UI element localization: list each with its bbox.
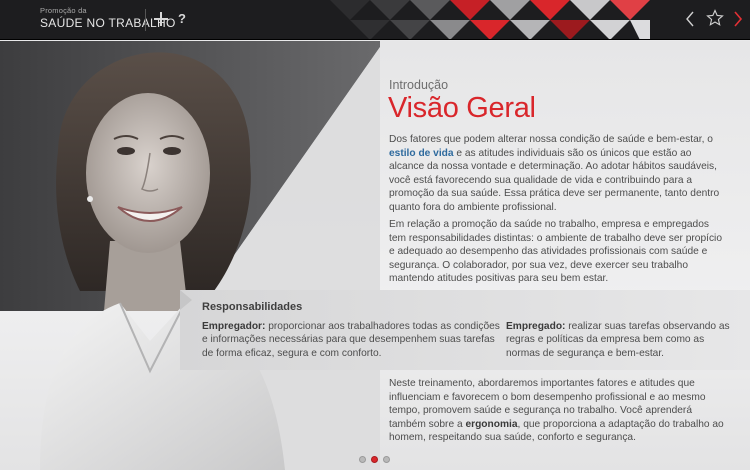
page-dot-2[interactable] [371,456,378,463]
intro-paragraph-1: Dos fatores que podem alterar nossa cond… [389,133,724,215]
intro-paragraph-3: Neste treinamento, abordaremos important… [389,377,724,445]
ergonomics-term: ergonomia [465,418,518,430]
page-title: Visão Geral [388,92,536,124]
intro-paragraph-2: Em relação a promoção da saúde no trabal… [389,219,722,285]
panel-marker [180,290,192,310]
page-dot-3[interactable] [383,456,390,463]
chevron-right-icon[interactable] [733,11,743,27]
employer-responsibility: Empregador: proporcionar aos trabalhador… [202,320,502,360]
responsibilities-title: Responsabilidades [202,301,303,313]
star-icon[interactable] [706,9,724,27]
section-label: Introdução [389,78,449,92]
woman-portrait-image [0,41,380,470]
employee-label: Empregado: [506,321,566,332]
help-icon[interactable]: ? [178,11,186,26]
lifestyle-link[interactable]: estilo de vida [389,148,454,159]
brand-divider [145,9,146,31]
header-pattern [330,0,650,39]
page-dot-1[interactable] [359,456,366,463]
employer-label: Empregador: [202,321,266,332]
intro-paragraph-1-text: Dos fatores que podem alterar nossa cond… [389,134,713,145]
top-bar: Promoção da SAÚDE NO TRABALHO ? [0,0,750,40]
employee-responsibility: Empregado: realizar suas tarefas observa… [506,320,734,360]
plus-icon[interactable] [154,12,168,26]
chevron-left-icon[interactable] [685,11,695,27]
